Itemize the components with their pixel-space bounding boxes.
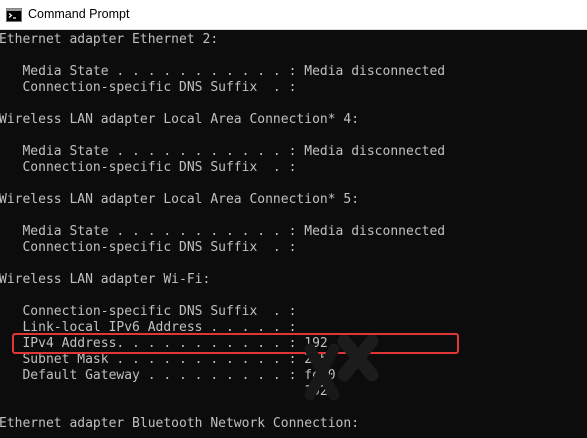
window-title: Command Prompt — [28, 7, 130, 21]
console-line: Media State . . . . . . . . . . . : Medi… — [0, 224, 446, 239]
console-line: Connection-specific DNS Suffix . : — [0, 160, 297, 175]
console-line: Media State . . . . . . . . . . . : Medi… — [0, 64, 446, 79]
console-line: Subnet Mask . . . . . . . . . . . : 255. — [0, 352, 336, 367]
console-output[interactable]: Ethernet adapter Ethernet 2: Media State… — [0, 30, 587, 438]
redaction-watermark — [300, 335, 380, 405]
console-line: Wireless LAN adapter Local Area Connecti… — [0, 112, 360, 127]
console-line: 192. — [0, 384, 336, 399]
console-line: Wireless LAN adapter Local Area Connecti… — [0, 192, 360, 207]
command-prompt-icon — [6, 8, 22, 27]
console-line: Ethernet adapter Bluetooth Network Conne… — [0, 416, 360, 431]
console-line: Wireless LAN adapter Wi-Fi: — [0, 272, 211, 287]
console-line: Media State . . . . . . . . . . . : Medi… — [0, 144, 446, 159]
console-line: Default Gateway . . . . . . . . . : fe80 — [0, 368, 336, 383]
console-line: Connection-specific DNS Suffix . : — [0, 80, 297, 95]
console-line: Connection-specific DNS Suffix . : — [0, 304, 297, 319]
console-line: Connection-specific DNS Suffix . : — [0, 240, 297, 255]
title-bar[interactable]: Command Prompt — [0, 0, 587, 30]
console-line: Ethernet adapter Ethernet 2: — [0, 32, 219, 47]
ipv4-highlight-box — [12, 333, 459, 354]
